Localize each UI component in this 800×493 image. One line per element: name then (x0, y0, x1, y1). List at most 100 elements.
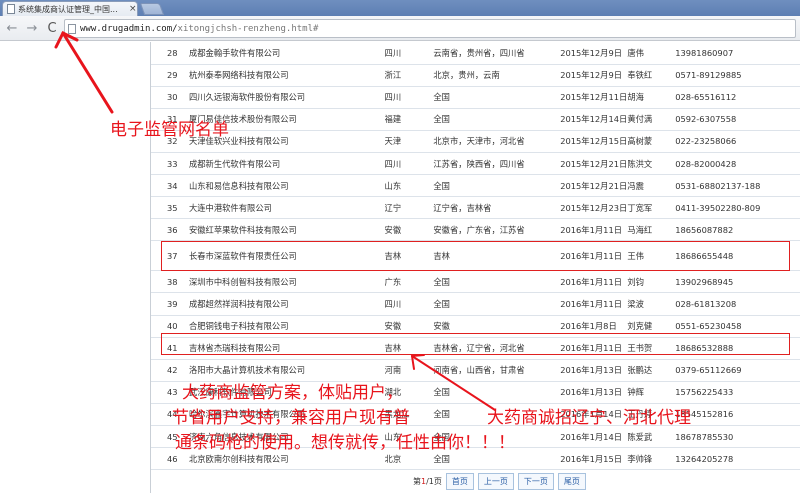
contact-phone-cell: 13981860907 (675, 42, 800, 65)
row-number-cell: 35 (151, 196, 189, 220)
table-row: 32 天津佳软兴业科技有限公司 天津 北京市，天津市，河北省 2015年12月15日 高树… (151, 130, 800, 153)
cert-date-cell: 2016年1月11日 (560, 337, 628, 360)
contact-person-cell: 奉铁红 (627, 64, 676, 87)
annotation-line-1: 大药商监管方案，体贴用户， (182, 383, 403, 403)
table-row: 35 大连中港软件有限公司 辽宁 辽宁省，吉林省 2015年12月23日 丁宽军 0411-… (151, 196, 800, 220)
contact-phone-cell: 18686532888 (675, 337, 800, 360)
url-text: www.drugadmin.com/xitongjchsh-renzheng.h… (80, 24, 318, 34)
last-page-button[interactable]: 尾页 (557, 473, 586, 490)
province-cell: 吉林 (384, 337, 434, 360)
contact-person-cell: 刘钧 (627, 270, 676, 294)
next-page-button[interactable]: 下一页 (517, 473, 554, 490)
page-prefix: 第 (413, 477, 421, 486)
first-page-button[interactable]: 首页 (445, 473, 474, 490)
service-area-cell: 全国 (433, 86, 561, 109)
row-number-cell: 38 (151, 270, 189, 294)
contact-person-cell: 唐伟 (627, 42, 676, 65)
company-name-cell: 大连中港软件有限公司 (188, 196, 385, 220)
row-number-cell: 36 (151, 218, 189, 242)
cert-date-cell: 2015年12月11日 (560, 86, 628, 109)
contact-phone-cell: 18545152816 (675, 403, 800, 427)
contact-phone-cell: 028-65516112 (675, 86, 800, 109)
province-cell: 广东 (384, 270, 434, 294)
close-icon[interactable]: × (129, 4, 137, 14)
province-cell: 天津 (384, 130, 434, 153)
service-area-cell: 全国 (433, 381, 561, 404)
service-area-cell: 吉林省，辽宁省，河北省 (433, 337, 561, 360)
row-number-cell: 40 (151, 315, 189, 338)
cert-date-cell: 2016年1月14日 (560, 425, 628, 449)
service-area-cell: 全国 (433, 108, 561, 131)
tab-title: 系统集成商认证管理_中国... (18, 4, 118, 14)
contact-phone-cell: 0571-89129885 (675, 64, 800, 87)
row-number-cell: 29 (151, 64, 189, 87)
service-area-cell: 江苏省，陕西省，四川省 (433, 152, 561, 176)
company-name-cell: 安徽红苹果软件科技有限公司 (188, 218, 385, 242)
company-name-cell: 长春市深蓝软件有限责任公司 (188, 240, 385, 272)
table-row: 38 深圳市中科创智科技有限公司 广东 全国 2016年1月11日 刘钧 139029689… (151, 270, 800, 294)
contact-phone-cell: 0379-65112669 (675, 359, 800, 382)
cert-date-cell: 2015年12月23日 (560, 196, 628, 220)
contact-phone-cell: 022-23258066 (675, 130, 800, 153)
left-blank-pane (0, 42, 150, 493)
url-host: www.drugadmin.com/ (80, 23, 178, 34)
contact-person-cell: 丁宽军 (627, 196, 676, 220)
company-name-cell: 四川久远银海软件股份有限公司 (188, 86, 385, 109)
page-icon (7, 4, 15, 14)
cert-date-cell: 2015年12月15日 (560, 130, 628, 153)
prev-page-button[interactable]: 上一页 (477, 473, 514, 490)
company-name-cell: 成都金翰手软件有限公司 (188, 42, 385, 65)
cert-date-cell: 2015年12月21日 (560, 152, 628, 176)
contact-person-cell: 陈爱武 (627, 425, 676, 449)
company-name-cell: 深圳市中科创智科技有限公司 (188, 270, 385, 294)
cert-date-cell: 2016年1月13日 (560, 381, 628, 404)
forward-arrow-icon[interactable]: → (24, 20, 40, 36)
service-area-cell: 吉林 (433, 240, 561, 272)
contact-phone-cell: 0551-65230458 (675, 315, 800, 338)
service-area-cell: 全国 (433, 174, 561, 198)
service-area-cell: 全国 (433, 270, 561, 294)
cert-date-cell: 2015年12月21日 (560, 174, 628, 198)
row-number-cell: 41 (151, 337, 189, 360)
table-row: 34 山东和易信息科技有限公司 山东 全国 2015年12月21日 冯震 0531-6880… (151, 174, 800, 198)
service-area-cell: 安徽 (433, 315, 561, 338)
contact-person-cell: 马海红 (627, 218, 676, 242)
cert-date-cell: 2016年1月8日 (560, 315, 628, 338)
province-cell: 吉林 (384, 240, 434, 272)
province-cell: 四川 (384, 152, 434, 176)
cert-date-cell: 2016年1月11日 (560, 292, 628, 316)
browser-tab[interactable]: 系统集成商认证管理_中国... × (2, 1, 138, 16)
table-row: 41 吉林省杰瑞科技有限公司 吉林 吉林省，辽宁省，河北省 2016年1月11日 王书贺 1… (151, 337, 800, 360)
contact-person-cell: 刘克健 (627, 315, 676, 338)
contact-phone-cell: 13902968945 (675, 270, 800, 294)
service-area-cell: 北京市，天津市，河北省 (433, 130, 561, 153)
row-number-cell: 34 (151, 174, 189, 198)
province-cell: 安徽 (384, 315, 434, 338)
annotation-label-list: 电子监管网名单 (110, 120, 229, 140)
contact-person-cell: 王伟 (627, 240, 676, 272)
contact-phone-cell: 028-82000428 (675, 152, 800, 176)
province-cell: 安徽 (384, 218, 434, 242)
cert-date-cell: 2016年1月11日 (560, 218, 628, 242)
cert-date-cell: 2016年1月15日 (560, 447, 628, 471)
cert-date-cell: 2016年1月11日 (560, 270, 628, 294)
cert-date-cell: 2015年12月9日 (560, 42, 628, 65)
company-name-cell: 成都新生代软件有限公司 (188, 152, 385, 176)
new-tab-button[interactable] (139, 3, 165, 15)
province-cell: 辽宁 (384, 196, 434, 220)
pagination: 第1/1页 首页 上一页 下一页 尾页 (413, 473, 586, 490)
page-indicator: 第1/1页 (413, 476, 442, 487)
contact-person-cell: 王书贺 (627, 337, 676, 360)
contact-person-cell: 冯震 (627, 174, 676, 198)
address-bar[interactable]: www.drugadmin.com/xitongjchsh-renzheng.h… (64, 19, 796, 38)
service-area-cell: 北京，贵州，云南 (433, 64, 561, 87)
contact-phone-cell: 0592-6307558 (675, 108, 800, 131)
reload-icon[interactable]: C (44, 20, 60, 36)
row-number-cell: 28 (151, 42, 189, 65)
table-row: 29 杭州泰奉网络科技有限公司 浙江 北京，贵州，云南 2015年12月9日 奉铁红 057… (151, 64, 800, 87)
service-area-cell: 云南省，贵州省，四川省 (433, 42, 561, 65)
cert-date-cell: 2015年12月9日 (560, 64, 628, 87)
table-row: 39 成都超然祥润科技有限公司 四川 全国 2016年1月11日 梁波 028-618132… (151, 292, 800, 316)
back-arrow-icon[interactable]: ← (4, 20, 20, 36)
page-icon (68, 23, 76, 34)
